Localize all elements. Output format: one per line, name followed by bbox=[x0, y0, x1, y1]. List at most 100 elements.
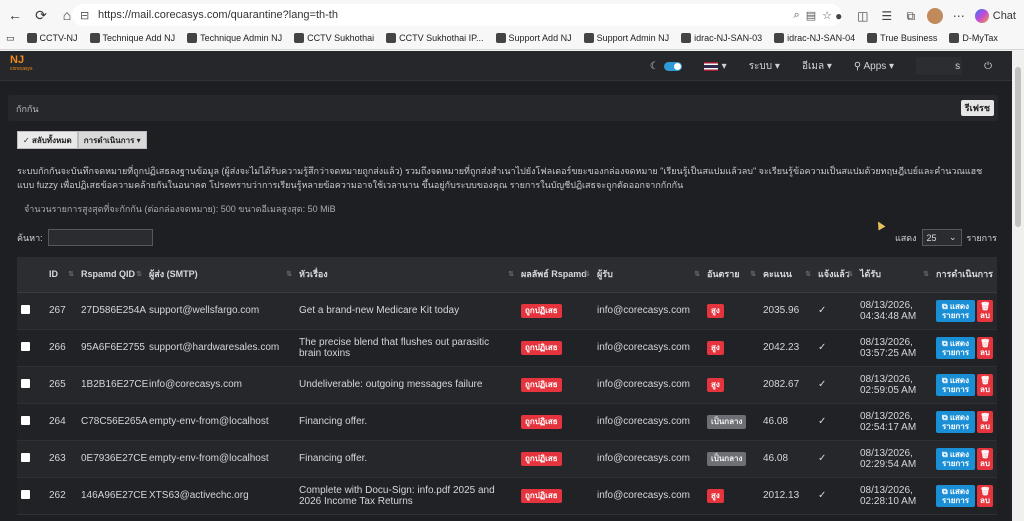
search-icon[interactable]: ⌕ bbox=[794, 9, 800, 22]
collections-icon[interactable]: ◫ bbox=[855, 8, 871, 24]
bookmark-item[interactable]: Support Admin NJ bbox=[583, 33, 669, 43]
bulk-actions: ✓ สลับทั้งหมด การดำเนินการ ▾ bbox=[17, 131, 147, 149]
bookmark-item[interactable]: idrac-NJ-SAN-03 bbox=[681, 33, 762, 43]
site-info-icon[interactable]: ⊟ bbox=[80, 9, 92, 22]
th-score[interactable]: คะแนน ⇅ bbox=[759, 257, 814, 293]
reader-icon[interactable]: ▤ bbox=[806, 9, 816, 22]
menu-system[interactable]: ระบบ ▾ bbox=[749, 59, 780, 74]
cell-score: 2035.96 bbox=[759, 292, 814, 330]
delete-button[interactable]: 🗑 ลบ bbox=[977, 373, 993, 396]
table-row[interactable]: 267 27D586E254A support@wellsfargo.com Get … bbox=[17, 292, 997, 330]
th-received[interactable]: ได้รับ ⇅ bbox=[856, 257, 932, 293]
row-select[interactable] bbox=[17, 440, 45, 478]
th-actions: การดำเนินการ bbox=[932, 257, 997, 293]
bookmark-item[interactable]: idrac-NJ-SAN-04 bbox=[774, 33, 855, 43]
show-item-button[interactable]: ⧉ แสดง รายการ bbox=[936, 299, 975, 322]
back-button[interactable]: ← bbox=[4, 4, 26, 26]
bookmark-item[interactable]: D-MyTax bbox=[949, 33, 998, 43]
row-checkbox[interactable] bbox=[21, 378, 30, 388]
cell-score: 2012.13 bbox=[759, 477, 814, 515]
bookmark-label: D-MyTax bbox=[962, 33, 998, 43]
th-danger[interactable]: อันตราย ⇅ bbox=[703, 257, 759, 293]
show-item-button[interactable]: ⧉ แสดง รายการ bbox=[936, 484, 975, 507]
row-select[interactable] bbox=[17, 329, 45, 367]
cell-received: 08/13/2026, 03:57:25 AM bbox=[856, 329, 932, 367]
cell-danger: สูง bbox=[703, 366, 759, 404]
show-item-button[interactable]: ⧉ แสดง รายการ bbox=[936, 373, 975, 396]
bookmark-item[interactable]: CCTV-NJ bbox=[26, 33, 78, 43]
row-select[interactable] bbox=[17, 403, 45, 441]
table-row[interactable]: 264 C78C56E265A empty-env-from@localhost Fi… bbox=[17, 403, 997, 441]
table-row[interactable]: 263 0E7936E27CE empty-env-from@localhost Fi… bbox=[17, 440, 997, 478]
row-checkbox[interactable] bbox=[21, 489, 30, 499]
th-id[interactable]: ID ⇅ bbox=[45, 257, 77, 293]
show-item-button[interactable]: ⧉ แสดง รายการ bbox=[936, 410, 975, 433]
copilot-button[interactable]: Chat bbox=[974, 9, 1016, 23]
bookmark-item[interactable]: CCTV Sukhothai IP... bbox=[386, 33, 484, 43]
danger-badge: สูง bbox=[707, 303, 724, 318]
row-checkbox[interactable] bbox=[21, 452, 30, 462]
delete-button[interactable]: 🗑 ลบ bbox=[977, 410, 993, 433]
menu-email[interactable]: อีเมล ▾ bbox=[802, 59, 832, 74]
cell-received: 08/13/2026, 02:59:05 AM bbox=[856, 366, 932, 404]
row-checkbox[interactable] bbox=[21, 304, 30, 314]
menu-dots-icon[interactable]: ⋯ bbox=[951, 8, 967, 24]
extension-icon[interactable]: ● bbox=[831, 8, 847, 24]
cell-id: 263 bbox=[45, 440, 77, 478]
bookmark-menu-icon[interactable]: ▭ bbox=[6, 33, 15, 44]
row-select[interactable] bbox=[17, 366, 45, 404]
user-menu[interactable]: s bbox=[916, 57, 963, 75]
bookmark-item[interactable]: Technique Add NJ bbox=[89, 33, 175, 43]
row-select[interactable] bbox=[17, 477, 45, 515]
delete-button[interactable]: 🗑 ลบ bbox=[977, 484, 993, 507]
logout-icon[interactable]: ⏻ bbox=[984, 61, 992, 72]
cell-sender: XTS63@activechc.org bbox=[145, 477, 295, 515]
favorites-icon[interactable]: ☰ bbox=[879, 8, 895, 24]
logo[interactable]: NJ corecasys bbox=[10, 55, 40, 77]
row-select[interactable] bbox=[17, 292, 45, 330]
th-result[interactable]: ผลลัพธ์ Rspamd ⇅ bbox=[517, 257, 593, 293]
th-recipient[interactable]: ผู้รับ ⇅ bbox=[593, 257, 703, 293]
cell-id: 264 bbox=[45, 403, 77, 441]
delete-button[interactable]: 🗑 ลบ bbox=[977, 447, 993, 470]
reload-button[interactable]: ⟳ bbox=[30, 4, 52, 26]
table-row[interactable]: 266 95A6F6E2755 support@hardwaresales.com T… bbox=[17, 329, 997, 367]
table-row[interactable]: 262 146A96E27CE XTS63@activechc.org Complet… bbox=[17, 477, 997, 515]
dark-mode-toggle[interactable]: ☾ bbox=[650, 61, 682, 72]
delete-button[interactable]: 🗑 ลบ bbox=[977, 299, 993, 322]
more-tools-icon[interactable]: ⧉ bbox=[903, 8, 919, 24]
bookmark-item[interactable]: CCTV Sukhothai bbox=[294, 33, 374, 43]
bookmark-item[interactable]: Technique Admin NJ bbox=[187, 33, 282, 43]
cell-qid: 1B2B16E27CE bbox=[77, 366, 148, 404]
menu-apps[interactable]: ⚲ Apps ▾ bbox=[854, 61, 894, 72]
bookmark-item[interactable]: True Business bbox=[867, 33, 937, 43]
th-sender[interactable]: ผู้ส่ง (SMTP) ⇅ bbox=[145, 257, 295, 293]
th-qid[interactable]: Rspamd QID ⇅ bbox=[77, 257, 145, 293]
row-checkbox[interactable] bbox=[21, 415, 30, 425]
show-item-button[interactable]: ⧉ แสดง รายการ bbox=[936, 447, 975, 470]
result-badge: ถูกปฏิเสธ bbox=[521, 451, 562, 466]
cell-received: 08/13/2026, 02:29:54 AM bbox=[856, 440, 932, 478]
row-checkbox[interactable] bbox=[21, 341, 30, 351]
table-row[interactable]: 265 1B2B16E27CE info@corecasys.com Undelive… bbox=[17, 366, 997, 404]
cell-received: 08/13/2026, 04:34:48 AM bbox=[856, 292, 932, 330]
cell-score: 46.08 bbox=[759, 403, 814, 441]
refresh-button[interactable]: รีเฟรช bbox=[960, 100, 994, 116]
logo-sub: corecasys bbox=[10, 66, 33, 72]
bookmark-item[interactable]: Support Add NJ bbox=[495, 33, 572, 43]
delete-button[interactable]: 🗑 ลบ bbox=[977, 336, 993, 359]
scrollbar-thumb[interactable] bbox=[1015, 67, 1021, 227]
show-item-button[interactable]: ⧉ แสดง รายการ bbox=[936, 336, 975, 359]
page-length-select[interactable]: 25 ⌄ bbox=[921, 229, 962, 246]
th-subject[interactable]: หัวเรื่อง ⇅ bbox=[295, 257, 517, 293]
danger-badge: สูง bbox=[707, 340, 724, 355]
address-bar[interactable]: ⊟ https://mail.corecasys.com/quarantine?… bbox=[72, 4, 842, 26]
profile-avatar[interactable] bbox=[926, 8, 943, 24]
th-notified[interactable]: แจ้งแล้ว ⇅ bbox=[814, 257, 856, 293]
page-scrollbar[interactable] bbox=[1012, 51, 1024, 521]
language-menu[interactable]: ▾ bbox=[703, 61, 727, 72]
toggle-all-button[interactable]: ✓ สลับทั้งหมด bbox=[17, 131, 78, 149]
actions-dropdown[interactable]: การดำเนินการ ▾ bbox=[77, 131, 147, 149]
cell-notified: ✓ bbox=[814, 440, 856, 478]
search-input[interactable] bbox=[47, 229, 153, 246]
